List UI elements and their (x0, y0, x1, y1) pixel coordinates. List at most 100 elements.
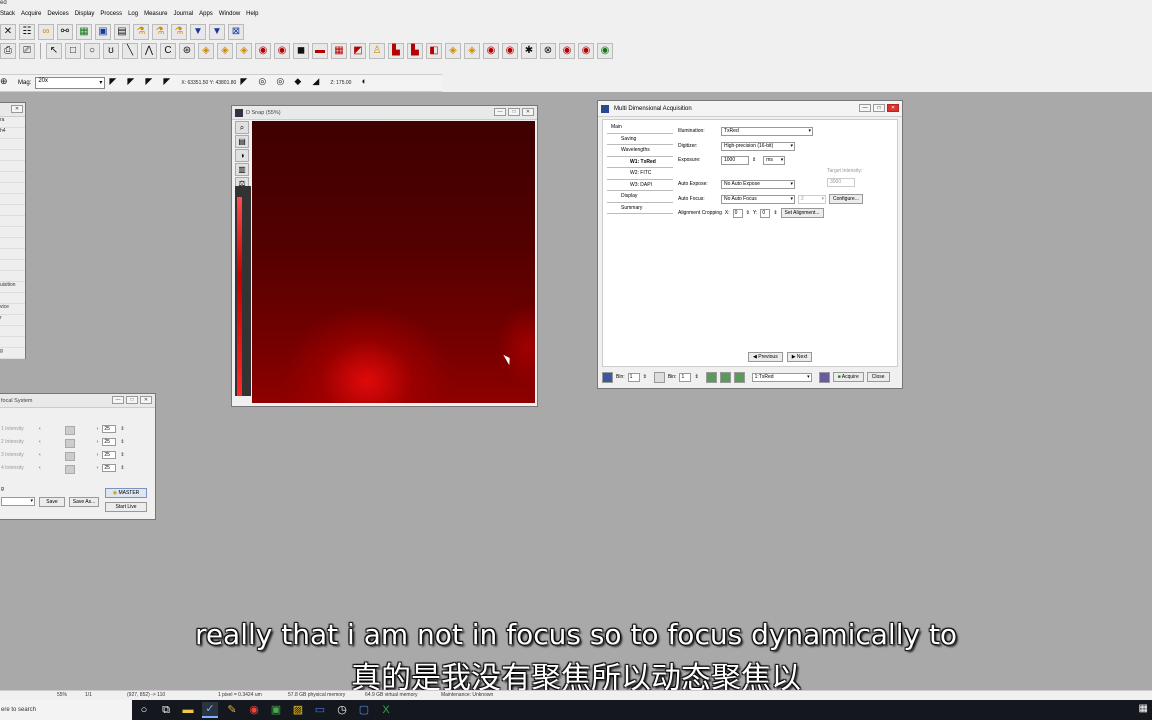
pointer-icon[interactable]: ↖ (46, 43, 62, 59)
intensity-2-slider[interactable] (45, 438, 93, 448)
video-icon[interactable]: ▭ (312, 702, 328, 718)
menu-apps[interactable]: Apps (199, 11, 213, 21)
left-panel-item[interactable]: uisition (0, 282, 25, 293)
left-panel-item[interactable] (0, 260, 25, 271)
stage-move-3-icon[interactable]: ◤ (145, 76, 159, 90)
bin1-spinner[interactable]: ⇕ (643, 374, 647, 380)
left-panel-item[interactable] (0, 205, 25, 216)
mda-nav-item[interactable]: W1: TxRed (607, 157, 673, 168)
left-panel-item[interactable] (0, 326, 25, 337)
confocal-save-button[interactable]: Save (39, 497, 65, 507)
illumination-select[interactable]: TxRed (721, 126, 813, 136)
file-explorer-icon[interactable]: ▬ (180, 702, 196, 718)
intensity-4-spinner[interactable]: ⇕ (120, 465, 124, 471)
acquire-settings-icon[interactable] (818, 371, 830, 383)
close-button[interactable]: Close (866, 372, 890, 382)
mda-nav-item[interactable]: Wavelengths (607, 145, 673, 157)
metamorph-icon[interactable]: ✓ (202, 702, 218, 718)
configure-button[interactable]: Configure... (829, 194, 863, 204)
flask-icon[interactable]: ⚗ (152, 24, 168, 40)
menu-acquire[interactable]: Acquire (21, 11, 41, 21)
intensity-3-right-arrow[interactable]: › (97, 452, 99, 458)
left-panel-item[interactable] (0, 150, 25, 161)
intensity-2-right-arrow[interactable]: › (97, 439, 99, 445)
stage-move-2-icon[interactable]: ◤ (127, 76, 141, 90)
x-input[interactable]: 0 (732, 208, 743, 218)
intensity-3-left-arrow[interactable]: ‹ (39, 452, 41, 458)
left-panel-item[interactable] (0, 227, 25, 238)
confocal-close-button[interactable]: ✕ (140, 396, 152, 404)
region-tool-1-icon[interactable]: ◈ (198, 43, 214, 59)
measure-8-icon[interactable]: ✱ (521, 43, 537, 59)
snap-minimize-button[interactable]: — (494, 108, 506, 116)
left-panel-item[interactable] (0, 139, 25, 150)
close-x-icon[interactable]: ✕ (0, 24, 16, 40)
exposure-spinner[interactable]: ⇕ (752, 157, 756, 163)
mda-nav-item[interactable]: Display (607, 191, 673, 203)
stage-move-4-icon[interactable]: ◤ (163, 76, 177, 90)
layers-icon[interactable]: ▤ (235, 135, 249, 148)
mda-maximize-button[interactable]: □ (873, 104, 885, 112)
digitizer-select[interactable]: High-precision (16-bit) (721, 141, 795, 151)
measure-10-icon[interactable]: ◉ (559, 43, 575, 59)
region-tool-4-icon[interactable]: ◉ (255, 43, 271, 59)
measure-4-icon[interactable]: ◈ (445, 43, 461, 59)
app-yellow-icon[interactable]: ▨ (290, 702, 306, 718)
confocal-save-as-button[interactable]: Save As... (69, 497, 99, 507)
intensity-1-left-arrow[interactable]: ‹ (39, 426, 41, 432)
measure-6-icon[interactable]: ◉ (483, 43, 499, 59)
snap-maximize-button[interactable]: □ (508, 108, 520, 116)
intensity-4-slider[interactable] (45, 464, 93, 474)
camera-settings-icon[interactable] (602, 371, 613, 383)
window-icon[interactable]: ▢ (356, 702, 372, 718)
freehand-tool-icon[interactable]: ʊ (103, 43, 119, 59)
previous-button[interactable]: ◀ Previous (748, 352, 783, 362)
focus-3-icon[interactable]: ◎ (276, 76, 290, 90)
left-panel-item[interactable] (0, 337, 25, 348)
menu-process[interactable]: Process (100, 11, 122, 21)
intensity-1-right-arrow[interactable]: › (97, 426, 99, 432)
measure-5-icon[interactable]: ◈ (464, 43, 480, 59)
left-panel-item[interactable] (0, 293, 25, 304)
mda-close-x-button[interactable]: ✕ (887, 104, 899, 112)
set-alignment-button[interactable]: Set Alignment... (780, 208, 824, 218)
grid-icon[interactable]: ▤ (114, 24, 130, 40)
menu-measure[interactable]: Measure (144, 11, 167, 21)
left-panel-item[interactable] (0, 271, 25, 282)
left-panel-close-button[interactable]: ✕ (11, 105, 23, 113)
measure-2-icon[interactable]: ▙ (407, 43, 423, 59)
menu-display[interactable]: Display (75, 11, 95, 21)
link-icon[interactable]: ∞ (38, 24, 54, 40)
bin2-input[interactable]: 1 (679, 372, 692, 382)
menu-help[interactable]: Help (246, 11, 258, 21)
ellipse-tool-icon[interactable]: ○ (84, 43, 100, 59)
x-spinner[interactable]: ⇕ (746, 210, 750, 216)
monitor-icon[interactable]: ▣ (95, 24, 111, 40)
exposure-input[interactable]: 1000 (721, 155, 749, 165)
left-panel-item[interactable] (0, 216, 25, 227)
intensity-2-spinner[interactable]: ⇕ (120, 439, 124, 445)
config-select[interactable] (1, 497, 35, 506)
intensity-2-value[interactable]: 25 (102, 438, 117, 446)
intensity-4-left-arrow[interactable]: ‹ (39, 465, 41, 471)
fluorescence-image[interactable] (252, 121, 535, 403)
region-tool-2-icon[interactable]: ◈ (217, 43, 233, 59)
task-view-icon[interactable]: ⧉ (158, 702, 174, 718)
intensity-1-slider[interactable] (45, 425, 93, 435)
view-2-icon[interactable] (719, 371, 731, 383)
region-tool-3-icon[interactable]: ◈ (236, 43, 252, 59)
lut-scale-bar[interactable] (235, 186, 251, 396)
camera-icon[interactable]: ⎙ (0, 43, 16, 59)
color-icon[interactable]: ◑ (235, 149, 249, 162)
next-button[interactable]: ▶ Next (786, 352, 813, 362)
app-green-icon[interactable]: ▣ (268, 702, 284, 718)
filter-icon[interactable]: ▼ (190, 24, 206, 40)
polyline-tool-icon[interactable]: ⋀ (141, 43, 157, 59)
view-3-icon[interactable] (733, 371, 745, 383)
zoom-icon[interactable]: ⌕ (235, 121, 249, 134)
menu-log[interactable]: Log (128, 11, 138, 21)
projector-icon[interactable]: ⎚ (19, 43, 35, 59)
excel-icon[interactable]: X (378, 702, 394, 718)
exposure-unit-select[interactable]: ms (763, 155, 786, 165)
mag-select[interactable]: 20x (35, 77, 106, 89)
